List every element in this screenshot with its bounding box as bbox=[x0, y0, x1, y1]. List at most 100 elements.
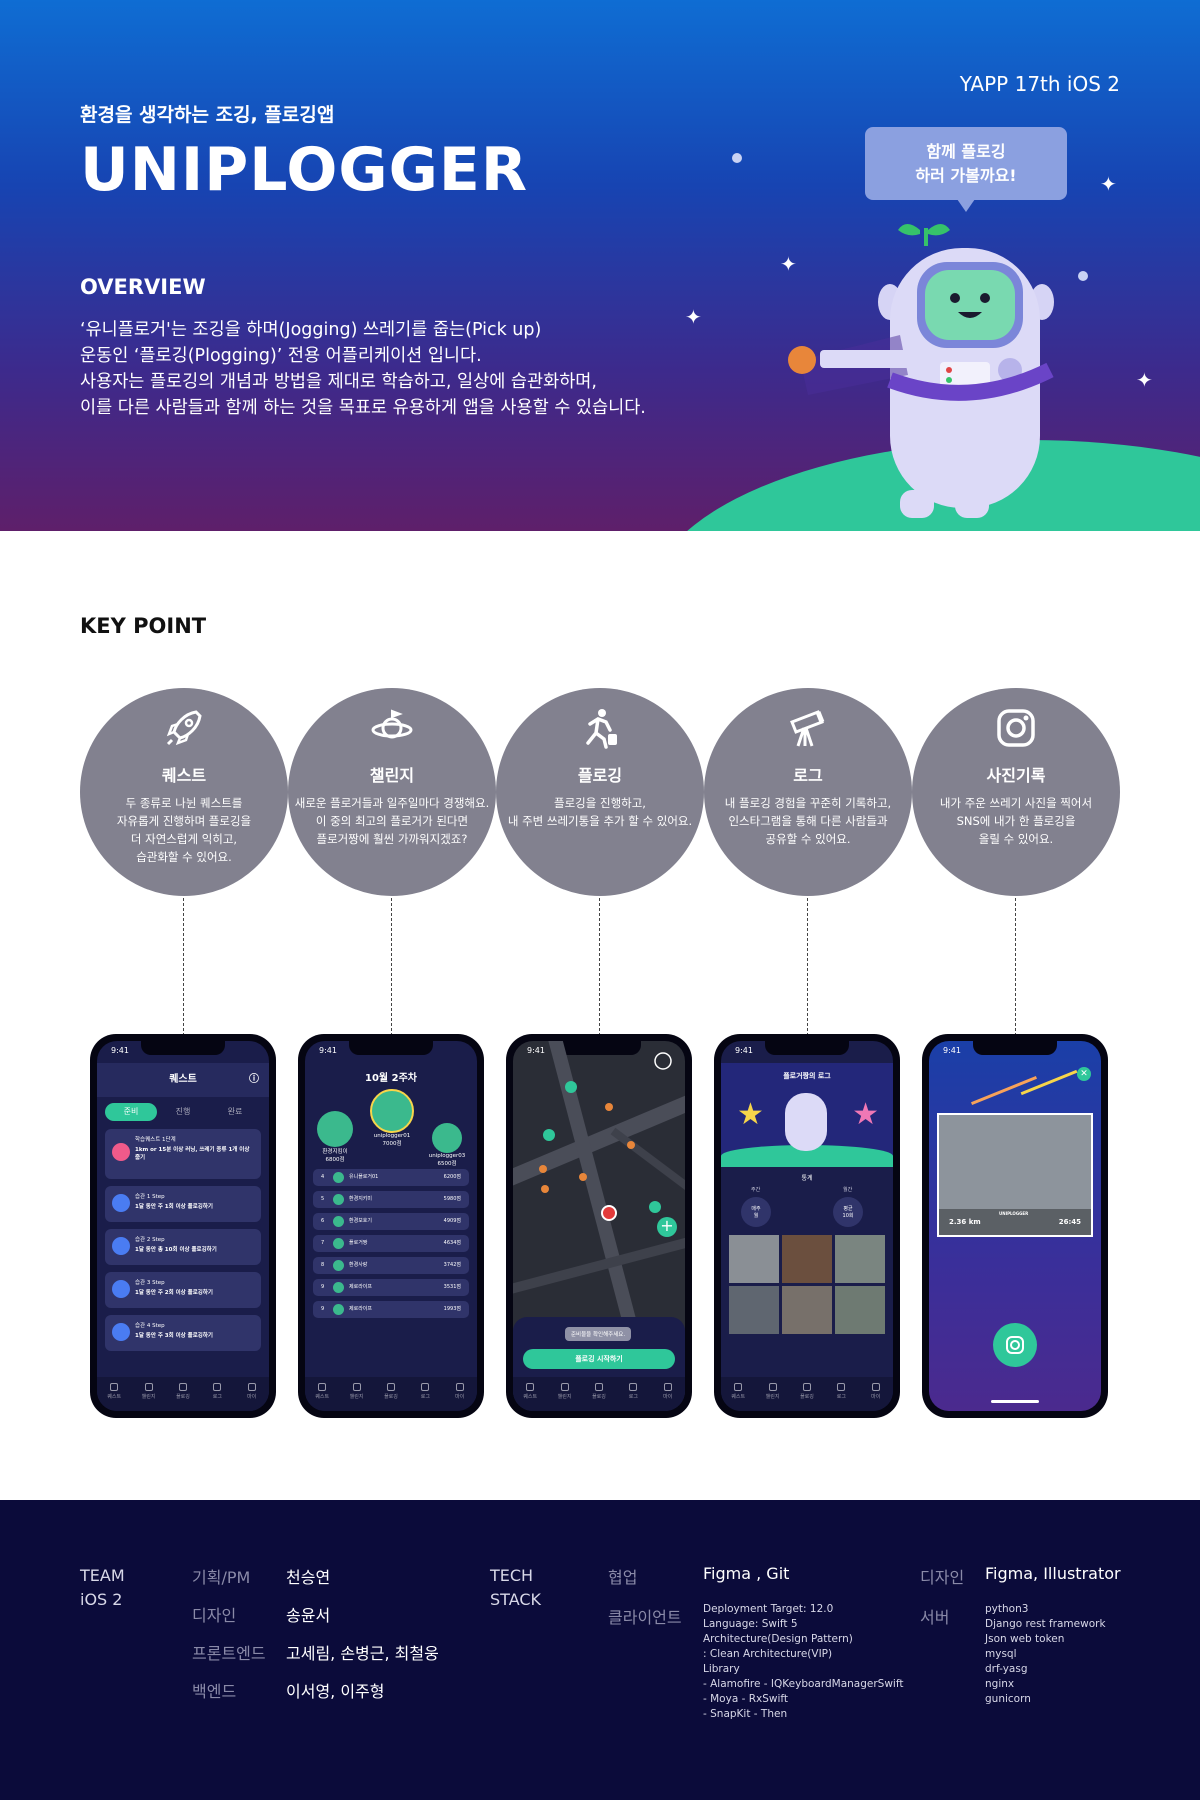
tab-item[interactable]: 플로깅 bbox=[376, 1383, 406, 1411]
rank-row[interactable]: 9 제로라이프 1993점 bbox=[313, 1301, 469, 1318]
quest-card-title: 습관 1 Step bbox=[135, 1194, 165, 1200]
planet-icon bbox=[371, 709, 413, 739]
footer: TEAM iOS 2 기획/PM 천승연 디자인 송윤서 프론트엔드 고세림, … bbox=[0, 1500, 1200, 1800]
rank-number: 6 bbox=[321, 1218, 325, 1224]
design-tool-label: 디자인 bbox=[920, 1568, 965, 1587]
quest-icon bbox=[112, 1323, 130, 1341]
tab-item[interactable]: 플로깅 bbox=[584, 1383, 614, 1411]
info-icon[interactable]: ⓘ bbox=[249, 1063, 259, 1097]
rank-score: 6200점 bbox=[443, 1174, 461, 1180]
telescope-icon bbox=[790, 710, 825, 747]
tab-item[interactable]: 챌린지 bbox=[342, 1383, 372, 1411]
keypoint-desc-log: 내 플로깅 경험을 꾸준히 기록하고, 인스타그램을 통해 다른 사람들과 공유… bbox=[724, 796, 892, 846]
member-backend: 이서영, 이주형 bbox=[286, 1682, 385, 1701]
keypoint-title-quest: 퀘스트 bbox=[161, 766, 207, 785]
tab-bar: 퀘스트 챌린지 플로깅 로그 마이 bbox=[97, 1377, 269, 1411]
instagram-share-button[interactable] bbox=[993, 1323, 1037, 1367]
avatar bbox=[317, 1111, 353, 1147]
tab-item[interactable]: 로그 bbox=[826, 1383, 856, 1411]
keypoint-title-log: 로그 bbox=[793, 766, 823, 785]
tab-progress[interactable]: 진행 bbox=[157, 1103, 209, 1121]
app-logo: UNIPLOGGER bbox=[80, 135, 529, 205]
runner-icon bbox=[586, 709, 617, 749]
tab-ready[interactable]: 준비 bbox=[105, 1103, 157, 1121]
rank-row[interactable]: 5 환경지키미 5980점 bbox=[313, 1191, 469, 1208]
photo-thumb[interactable] bbox=[729, 1235, 779, 1283]
challenge-title: 10월 2주차 bbox=[365, 1073, 417, 1084]
quest-card[interactable]: 습관 3 Step 1달 동안 주 2회 이상 플로깅하기 bbox=[105, 1272, 261, 1308]
rank-row[interactable]: 8 환경사랑 3742점 bbox=[313, 1257, 469, 1274]
quest-card[interactable]: 학습퀘스트 1단계 1km or 15분 이상 러닝, 쓰레기 종류 1개 이상 … bbox=[105, 1129, 261, 1179]
star-badge-icon: ★ bbox=[737, 1097, 764, 1132]
photo-thumb[interactable] bbox=[729, 1286, 779, 1334]
tab-item[interactable]: 마이 bbox=[861, 1383, 891, 1411]
rank-name: 환경보호기 bbox=[349, 1218, 373, 1224]
photo-screen: 9:41 ✕ 2.36 km UNIPLOGGER 26:45 bbox=[929, 1041, 1101, 1411]
tab-item[interactable]: 챌린지 bbox=[550, 1383, 580, 1411]
connector-line bbox=[599, 898, 600, 1036]
rank-score: 3531점 bbox=[443, 1284, 461, 1290]
rank-number: 9 bbox=[321, 1306, 325, 1312]
tab-item[interactable]: 플로깅 bbox=[168, 1383, 198, 1411]
monthly-stat: 평균 10회 bbox=[833, 1197, 863, 1227]
photo-thumb[interactable] bbox=[782, 1235, 832, 1283]
client-label: 클라이언트 bbox=[608, 1608, 682, 1627]
design-tool-value: Figma, Illustrator bbox=[985, 1564, 1121, 1583]
phone-plogging: 9:41 + 준비물을 확인해주세요. 플로깅 시작하기 퀘스트 챌린지 플로깅 로그… bbox=[506, 1034, 692, 1418]
tab-item[interactable]: 마이 bbox=[445, 1383, 475, 1411]
keypoint-title-plogging: 플로깅 bbox=[577, 766, 623, 785]
phone-challenge: 9:41 10월 2주차 환경지킴이 6800점 uniplogger01 7000… bbox=[298, 1034, 484, 1418]
rank-name: 제로라이프 bbox=[349, 1306, 373, 1312]
tab-item[interactable]: 로그 bbox=[202, 1383, 232, 1411]
tab-item[interactable]: 플로깅 bbox=[792, 1383, 822, 1411]
rank-name: 유니플로거01 bbox=[349, 1174, 379, 1180]
rocket-icon bbox=[526, 1383, 535, 1391]
quest-card[interactable]: 습관 4 Step 1달 동안 주 3회 이상 플로깅하기 bbox=[105, 1315, 261, 1351]
phone-log: 9:41 플로거짱의 로그 ★ ★ 통계 주간 월간 매주 월 평균 10회 퀘… bbox=[714, 1034, 900, 1418]
avatar bbox=[432, 1123, 462, 1153]
close-icon[interactable]: ✕ bbox=[1077, 1067, 1091, 1081]
tab-item[interactable]: 퀘스트 bbox=[307, 1383, 337, 1411]
rank-row[interactable]: 7 플로거짱 4634점 bbox=[313, 1235, 469, 1252]
rocket-icon bbox=[734, 1383, 743, 1391]
add-trashcan-button[interactable]: + bbox=[657, 1217, 677, 1237]
team-label: TEAM iOS 2 bbox=[80, 1566, 125, 1609]
tab-item[interactable]: 퀘스트 bbox=[723, 1383, 753, 1411]
tab-item[interactable]: 챌린지 bbox=[758, 1383, 788, 1411]
sparkle-dot bbox=[732, 153, 742, 163]
tab-done[interactable]: 완료 bbox=[209, 1103, 261, 1121]
rank-row[interactable]: 9 제로라이프 3531점 bbox=[313, 1279, 469, 1296]
rocket-icon bbox=[318, 1383, 327, 1391]
role-design: 디자인 bbox=[192, 1606, 237, 1625]
monthly-label: 월간 bbox=[843, 1187, 853, 1193]
rank-row[interactable]: 4 유니플로거01 6200점 bbox=[313, 1169, 469, 1186]
quest-card[interactable]: 습관 1 Step 1달 동안 주 1회 이상 플로깅하기 bbox=[105, 1186, 261, 1222]
tab-item-label: 플로깅 bbox=[384, 1394, 398, 1400]
tab-item[interactable]: 퀘스트 bbox=[515, 1383, 545, 1411]
photo-thumb[interactable] bbox=[782, 1286, 832, 1334]
tab-item-label: 챌린지 bbox=[349, 1394, 364, 1400]
tab-item[interactable]: 로그 bbox=[618, 1383, 648, 1411]
start-plogging-button[interactable]: 플로깅 시작하기 bbox=[523, 1349, 675, 1369]
tab-item[interactable]: 챌린지 bbox=[134, 1383, 164, 1411]
collab-value: Figma , Git bbox=[703, 1564, 790, 1583]
plogging-screen: 9:41 + 준비물을 확인해주세요. 플로깅 시작하기 퀘스트 챌린지 플로깅 로그… bbox=[513, 1041, 685, 1411]
bubble-line: 하러 가볼까요! bbox=[915, 166, 1017, 185]
photo-thumb[interactable] bbox=[835, 1286, 885, 1334]
star-badge-icon: ★ bbox=[852, 1097, 879, 1132]
rank-list: 4 유니플로거01 6200점 5 환경지키미 5980점 6 환경보호기 4909점 7 플로거짱… bbox=[313, 1169, 469, 1323]
tab-item-label: 챌린지 bbox=[557, 1394, 572, 1400]
tab-item[interactable]: 마이 bbox=[237, 1383, 267, 1411]
quest-screen: 9:41 퀘스트 ⓘ 준비 진행 완료 학습퀘스트 1단계 1km or 15분 이… bbox=[97, 1041, 269, 1411]
tab-item-label: 퀘스트 bbox=[731, 1394, 746, 1400]
tab-item[interactable]: 마이 bbox=[653, 1383, 683, 1411]
tab-item[interactable]: 퀘스트 bbox=[99, 1383, 129, 1411]
rank-row[interactable]: 6 환경보호기 4909점 bbox=[313, 1213, 469, 1230]
quest-card[interactable]: 습관 2 Step 1달 동안 총 10회 이상 플로깅하기 bbox=[105, 1229, 261, 1265]
telescope-icon bbox=[421, 1383, 430, 1391]
photo-thumb[interactable] bbox=[835, 1235, 885, 1283]
overview-title: OVERVIEW bbox=[80, 275, 206, 299]
rocket-icon bbox=[166, 710, 202, 746]
tab-item[interactable]: 로그 bbox=[410, 1383, 440, 1411]
speech-bubble: 함께 플로깅 하러 가볼까요! bbox=[865, 127, 1067, 212]
